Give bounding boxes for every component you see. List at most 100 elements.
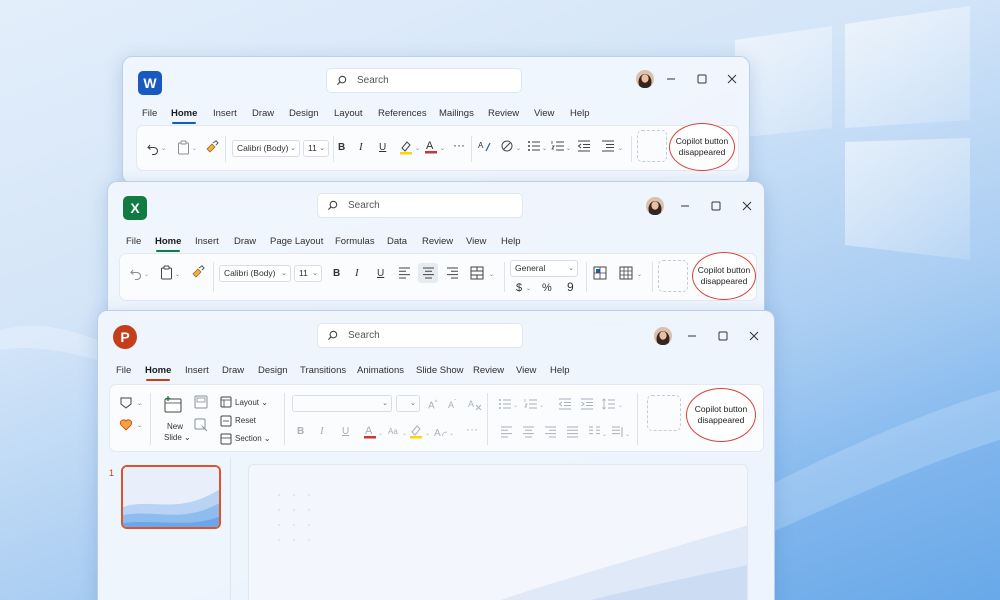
- slide-canvas[interactable]: [248, 464, 748, 600]
- avatar[interactable]: [654, 327, 672, 345]
- tab-view[interactable]: View: [534, 107, 554, 121]
- tab-data[interactable]: Data: [387, 235, 407, 249]
- tab-design[interactable]: Design: [258, 364, 288, 378]
- tab-help[interactable]: Help: [501, 235, 521, 249]
- minimize-icon[interactable]: [686, 330, 698, 342]
- format-as-table-icon[interactable]: [619, 266, 633, 280]
- text-effects-icon[interactable]: A: [434, 425, 448, 439]
- undo-icon[interactable]: [146, 141, 160, 155]
- tab-view[interactable]: View: [516, 364, 536, 378]
- decrease-font-size-button[interactable]: Aˇ: [448, 397, 456, 411]
- tab-slide-show[interactable]: Slide Show: [416, 364, 464, 378]
- decrease-indent-icon[interactable]: [558, 397, 572, 411]
- tab-review[interactable]: Review: [473, 364, 504, 378]
- minimize-icon[interactable]: [665, 73, 677, 85]
- chevron-down-icon[interactable]: ⌄: [137, 420, 142, 432]
- bullets-icon[interactable]: [527, 139, 541, 153]
- reset-icon[interactable]: [220, 415, 232, 427]
- tab-references[interactable]: References: [378, 107, 427, 121]
- tab-insert[interactable]: Insert: [185, 364, 209, 378]
- tab-home[interactable]: Home: [145, 364, 171, 378]
- decrease-indent-icon[interactable]: [577, 139, 591, 153]
- format-painter-icon[interactable]: [191, 265, 205, 279]
- avatar[interactable]: [646, 197, 664, 215]
- italic-button[interactable]: I: [320, 425, 324, 437]
- maximize-icon[interactable]: [710, 200, 722, 212]
- maximize-icon[interactable]: [717, 330, 729, 342]
- tab-insert[interactable]: Insert: [195, 235, 219, 249]
- tab-file[interactable]: File: [142, 107, 157, 121]
- font-name-select[interactable]: ⌄: [292, 395, 392, 412]
- justify-icon[interactable]: [566, 426, 579, 438]
- merge-cells-icon[interactable]: [470, 266, 484, 280]
- chevron-down-icon[interactable]: ⌄: [489, 269, 494, 281]
- chevron-down-icon[interactable]: ⌄: [137, 398, 142, 410]
- reset-button[interactable]: Reset: [235, 416, 256, 425]
- percent-format-button[interactable]: %: [542, 282, 552, 294]
- highlight-icon[interactable]: [399, 139, 413, 155]
- align-left-icon[interactable]: [500, 426, 513, 438]
- chevron-down-icon[interactable]: ⌄: [161, 143, 166, 155]
- more-options-icon[interactable]: ···: [453, 139, 465, 151]
- increase-font-size-button[interactable]: A^: [428, 397, 438, 412]
- tab-mailings[interactable]: Mailings: [439, 107, 474, 121]
- chevron-down-icon[interactable]: ⌄: [378, 428, 383, 440]
- new-slide-icon[interactable]: [164, 395, 182, 413]
- shape-icon[interactable]: [119, 396, 133, 410]
- chevron-down-icon[interactable]: ⌄: [192, 143, 197, 155]
- paste-icon[interactable]: [177, 140, 190, 155]
- tab-home[interactable]: Home: [171, 107, 197, 121]
- search-box[interactable]: Search: [317, 323, 523, 348]
- layout-button[interactable]: Layout ⌄: [235, 398, 268, 407]
- chevron-down-icon[interactable]: ⌄: [449, 428, 454, 440]
- bold-button[interactable]: B: [333, 268, 340, 280]
- search-box[interactable]: Search: [326, 68, 522, 93]
- font-size-select[interactable]: ⌄: [396, 395, 420, 412]
- align-right-icon[interactable]: [544, 426, 557, 438]
- styles-icon[interactable]: A: [478, 139, 492, 153]
- chevron-down-icon[interactable]: ⌄: [526, 283, 531, 295]
- tab-page-layout[interactable]: Page Layout: [270, 235, 323, 249]
- conditional-formatting-icon[interactable]: [593, 266, 607, 280]
- font-name-select[interactable]: Calibri (Body) ⌄: [232, 140, 300, 157]
- italic-button[interactable]: I: [359, 141, 363, 153]
- align-left-icon[interactable]: [398, 267, 411, 279]
- comma-format-button[interactable]: 9: [567, 281, 574, 293]
- new-slide-label[interactable]: New Slide ⌄: [164, 421, 191, 443]
- chevron-down-icon[interactable]: ⌄: [415, 143, 420, 155]
- number-format-select[interactable]: General ⌄: [510, 260, 578, 277]
- tab-help[interactable]: Help: [570, 107, 590, 121]
- format-painter-icon[interactable]: [205, 140, 219, 154]
- font-color-icon[interactable]: A: [363, 423, 377, 440]
- italic-button[interactable]: I: [355, 267, 359, 279]
- tab-file[interactable]: File: [126, 235, 141, 249]
- font-color-icon[interactable]: A: [424, 138, 438, 155]
- tab-view[interactable]: View: [466, 235, 486, 249]
- search-box[interactable]: Search: [317, 193, 523, 218]
- close-icon[interactable]: [726, 73, 738, 85]
- columns-icon[interactable]: [588, 426, 601, 438]
- close-icon[interactable]: [741, 200, 753, 212]
- chevron-down-icon[interactable]: ⌄: [625, 429, 630, 441]
- close-icon[interactable]: [748, 330, 760, 342]
- align-center-icon[interactable]: [522, 426, 535, 438]
- chevron-down-icon[interactable]: ⌄: [602, 429, 607, 441]
- chevron-down-icon[interactable]: ⌄: [440, 143, 445, 155]
- chevron-down-icon[interactable]: ⌄: [402, 428, 407, 440]
- font-size-select[interactable]: 11 ⌄: [294, 265, 322, 282]
- tab-draw[interactable]: Draw: [222, 364, 244, 378]
- font-size-select[interactable]: 11 ⌄: [303, 140, 329, 157]
- more-options-icon[interactable]: ···: [466, 423, 478, 435]
- clear-formatting-icon[interactable]: [500, 139, 515, 154]
- bullets-icon[interactable]: [498, 397, 512, 411]
- layout-icon[interactable]: [220, 396, 232, 408]
- align-right-icon[interactable]: [446, 267, 459, 279]
- tab-file[interactable]: File: [116, 364, 131, 378]
- clear-formatting-icon[interactable]: A: [468, 397, 482, 411]
- reuse-slides-icon[interactable]: [194, 418, 208, 432]
- slide-thumbnail[interactable]: [121, 465, 221, 529]
- tab-review[interactable]: Review: [488, 107, 519, 121]
- tab-transitions[interactable]: Transitions: [300, 364, 346, 378]
- bold-button[interactable]: B: [297, 426, 304, 438]
- tab-review[interactable]: Review: [422, 235, 453, 249]
